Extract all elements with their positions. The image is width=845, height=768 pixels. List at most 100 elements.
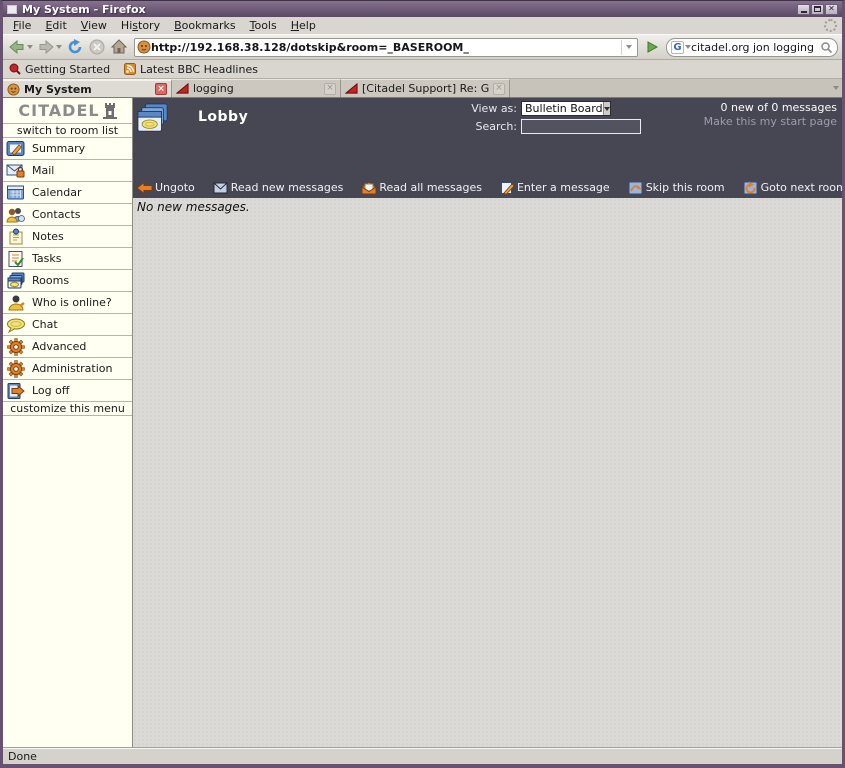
- reload-button[interactable]: [65, 37, 85, 57]
- menu-file[interactable]: File: [6, 18, 38, 33]
- titlebar: My System - Firefox ✕: [3, 1, 842, 17]
- notes-icon: [6, 228, 26, 246]
- message-count: 0 new of 0 messages: [704, 101, 837, 115]
- start-page-link[interactable]: Make this my start page: [704, 115, 837, 129]
- sidebar-item-tasks[interactable]: Tasks: [3, 248, 132, 270]
- tab-close-icon[interactable]: ×: [324, 83, 336, 95]
- view-as-select[interactable]: Bulletin Board: [521, 101, 611, 116]
- window-bottom-border: [3, 764, 842, 768]
- menu-view[interactable]: View: [74, 18, 114, 33]
- bookmark-label: Getting Started: [25, 63, 110, 76]
- read-new-messages-button[interactable]: Read new messages: [213, 180, 344, 195]
- window-menu-icon[interactable]: [7, 5, 17, 14]
- chat-icon: [6, 317, 26, 333]
- toolbar-button-label: Enter a message: [517, 181, 610, 194]
- sidebar-item-rooms[interactable]: Rooms: [3, 270, 132, 292]
- tab-my-system[interactable]: My System ×: [3, 79, 172, 97]
- read-all-messages-button[interactable]: Read all messages: [361, 180, 482, 195]
- menu-edit[interactable]: Edit: [38, 18, 73, 33]
- url-input[interactable]: [151, 41, 621, 54]
- tab-list-dropdown[interactable]: [828, 86, 842, 90]
- sidebar-item-label: Advanced: [32, 340, 86, 353]
- logoff-icon: [6, 382, 26, 400]
- sidebar-item-logoff[interactable]: Log off: [3, 380, 132, 402]
- sidebar-item-contacts[interactable]: Contacts: [3, 204, 132, 226]
- bookmark-bbc-headlines[interactable]: Latest BBC Headlines: [124, 63, 258, 76]
- room-search-input[interactable]: [521, 119, 641, 134]
- tab-citadel-support[interactable]: [Citadel Support] Re: Gettin... ×: [341, 79, 510, 97]
- web-search-input[interactable]: [691, 41, 820, 54]
- sidebar-item-label: Administration: [32, 362, 113, 375]
- status-bar: Done: [3, 748, 842, 764]
- home-button[interactable]: [109, 37, 129, 57]
- empty-message: No new messages.: [137, 200, 250, 214]
- minimize-button[interactable]: [797, 4, 810, 15]
- tab-logging[interactable]: logging ×: [172, 79, 341, 97]
- menu-help[interactable]: Help: [284, 18, 323, 33]
- sidebar-item-label: Tasks: [32, 252, 61, 265]
- ungoto-button[interactable]: Ungoto: [136, 180, 195, 195]
- back-button[interactable]: [7, 37, 34, 57]
- room-toolbar: Ungoto Read new messages: [133, 180, 842, 195]
- read-all-icon: [361, 181, 377, 195]
- menu-tools[interactable]: Tools: [243, 18, 284, 33]
- urlbar: [134, 38, 638, 57]
- rooms-stack-icon: [136, 102, 170, 136]
- menu-history[interactable]: History: [114, 18, 167, 33]
- gear-icon: [6, 359, 26, 379]
- menubar: File Edit View History Bookmarks Tools H…: [3, 17, 842, 34]
- toolbar-button-label: Goto next room: [761, 181, 845, 194]
- sidebar-item-mail[interactable]: Mail: [3, 160, 132, 182]
- url-dropdown-button[interactable]: [621, 40, 635, 55]
- rss-icon: [124, 63, 136, 75]
- go-button[interactable]: [643, 38, 661, 56]
- toolbar-button-label: Skip this room: [646, 181, 725, 194]
- status-text: Done: [8, 750, 37, 763]
- switch-room-list-link[interactable]: switch to room list: [3, 124, 132, 138]
- skip-room-button[interactable]: Skip this room: [628, 180, 725, 195]
- tab-bar: My System × logging × [Citadel Support] …: [3, 79, 842, 98]
- sidebar-item-chat[interactable]: Chat: [3, 314, 132, 336]
- tab-label: [Citadel Support] Re: Gettin...: [362, 82, 489, 95]
- magnifier-icon[interactable]: [820, 41, 833, 54]
- goto-next-room-button[interactable]: Goto next room: [743, 180, 845, 195]
- sidebar-item-label: Calendar: [32, 186, 81, 199]
- sidebar-item-calendar[interactable]: Calendar: [3, 182, 132, 204]
- site-favicon: [137, 40, 151, 54]
- sidebar-item-summary[interactable]: Summary: [3, 138, 132, 160]
- maximize-button[interactable]: [811, 4, 824, 15]
- menu-bookmarks[interactable]: Bookmarks: [167, 18, 243, 33]
- contacts-icon: [6, 206, 26, 224]
- sidebar-item-administration[interactable]: Administration: [3, 358, 132, 380]
- red-triangle-favicon: [345, 82, 358, 95]
- tab-label: My System: [24, 83, 151, 96]
- sidebar-item-who-online[interactable]: Who is online?: [3, 292, 132, 314]
- mail-icon: [6, 162, 26, 179]
- stop-button[interactable]: [87, 37, 107, 57]
- tab-close-icon[interactable]: ×: [493, 83, 505, 95]
- toolbar-button-label: Read new messages: [231, 181, 344, 194]
- red-triangle-favicon: [176, 82, 189, 95]
- forward-icon: [37, 38, 55, 56]
- google-icon[interactable]: G: [671, 41, 684, 54]
- stop-icon: [88, 38, 106, 56]
- goto-next-icon: [743, 180, 759, 195]
- view-as-label: View as:: [455, 102, 517, 115]
- skip-room-icon: [628, 180, 644, 195]
- sidebar-item-notes[interactable]: Notes: [3, 226, 132, 248]
- citadel-favicon: [7, 83, 20, 96]
- gear-icon: [6, 337, 26, 357]
- chevron-down-icon[interactable]: [603, 102, 610, 115]
- sidebar-item-label: Mail: [32, 164, 54, 177]
- close-button[interactable]: ✕: [825, 4, 838, 15]
- room-banner: Lobby View as: Bulletin Board Search: 0 …: [133, 98, 842, 198]
- forward-button[interactable]: [36, 37, 63, 57]
- browser-window: My System - Firefox ✕ File Edit View His…: [0, 0, 845, 768]
- citadel-logo[interactable]: CITADEL: [3, 98, 132, 124]
- customize-menu-link[interactable]: customize this menu: [3, 402, 132, 416]
- tab-close-icon[interactable]: ×: [155, 83, 167, 95]
- enter-message-button[interactable]: Enter a message: [500, 180, 610, 195]
- sidebar-item-advanced[interactable]: Advanced: [3, 336, 132, 358]
- bookmark-getting-started[interactable]: Getting Started: [9, 63, 110, 76]
- sidebar-item-label: Log off: [32, 384, 69, 397]
